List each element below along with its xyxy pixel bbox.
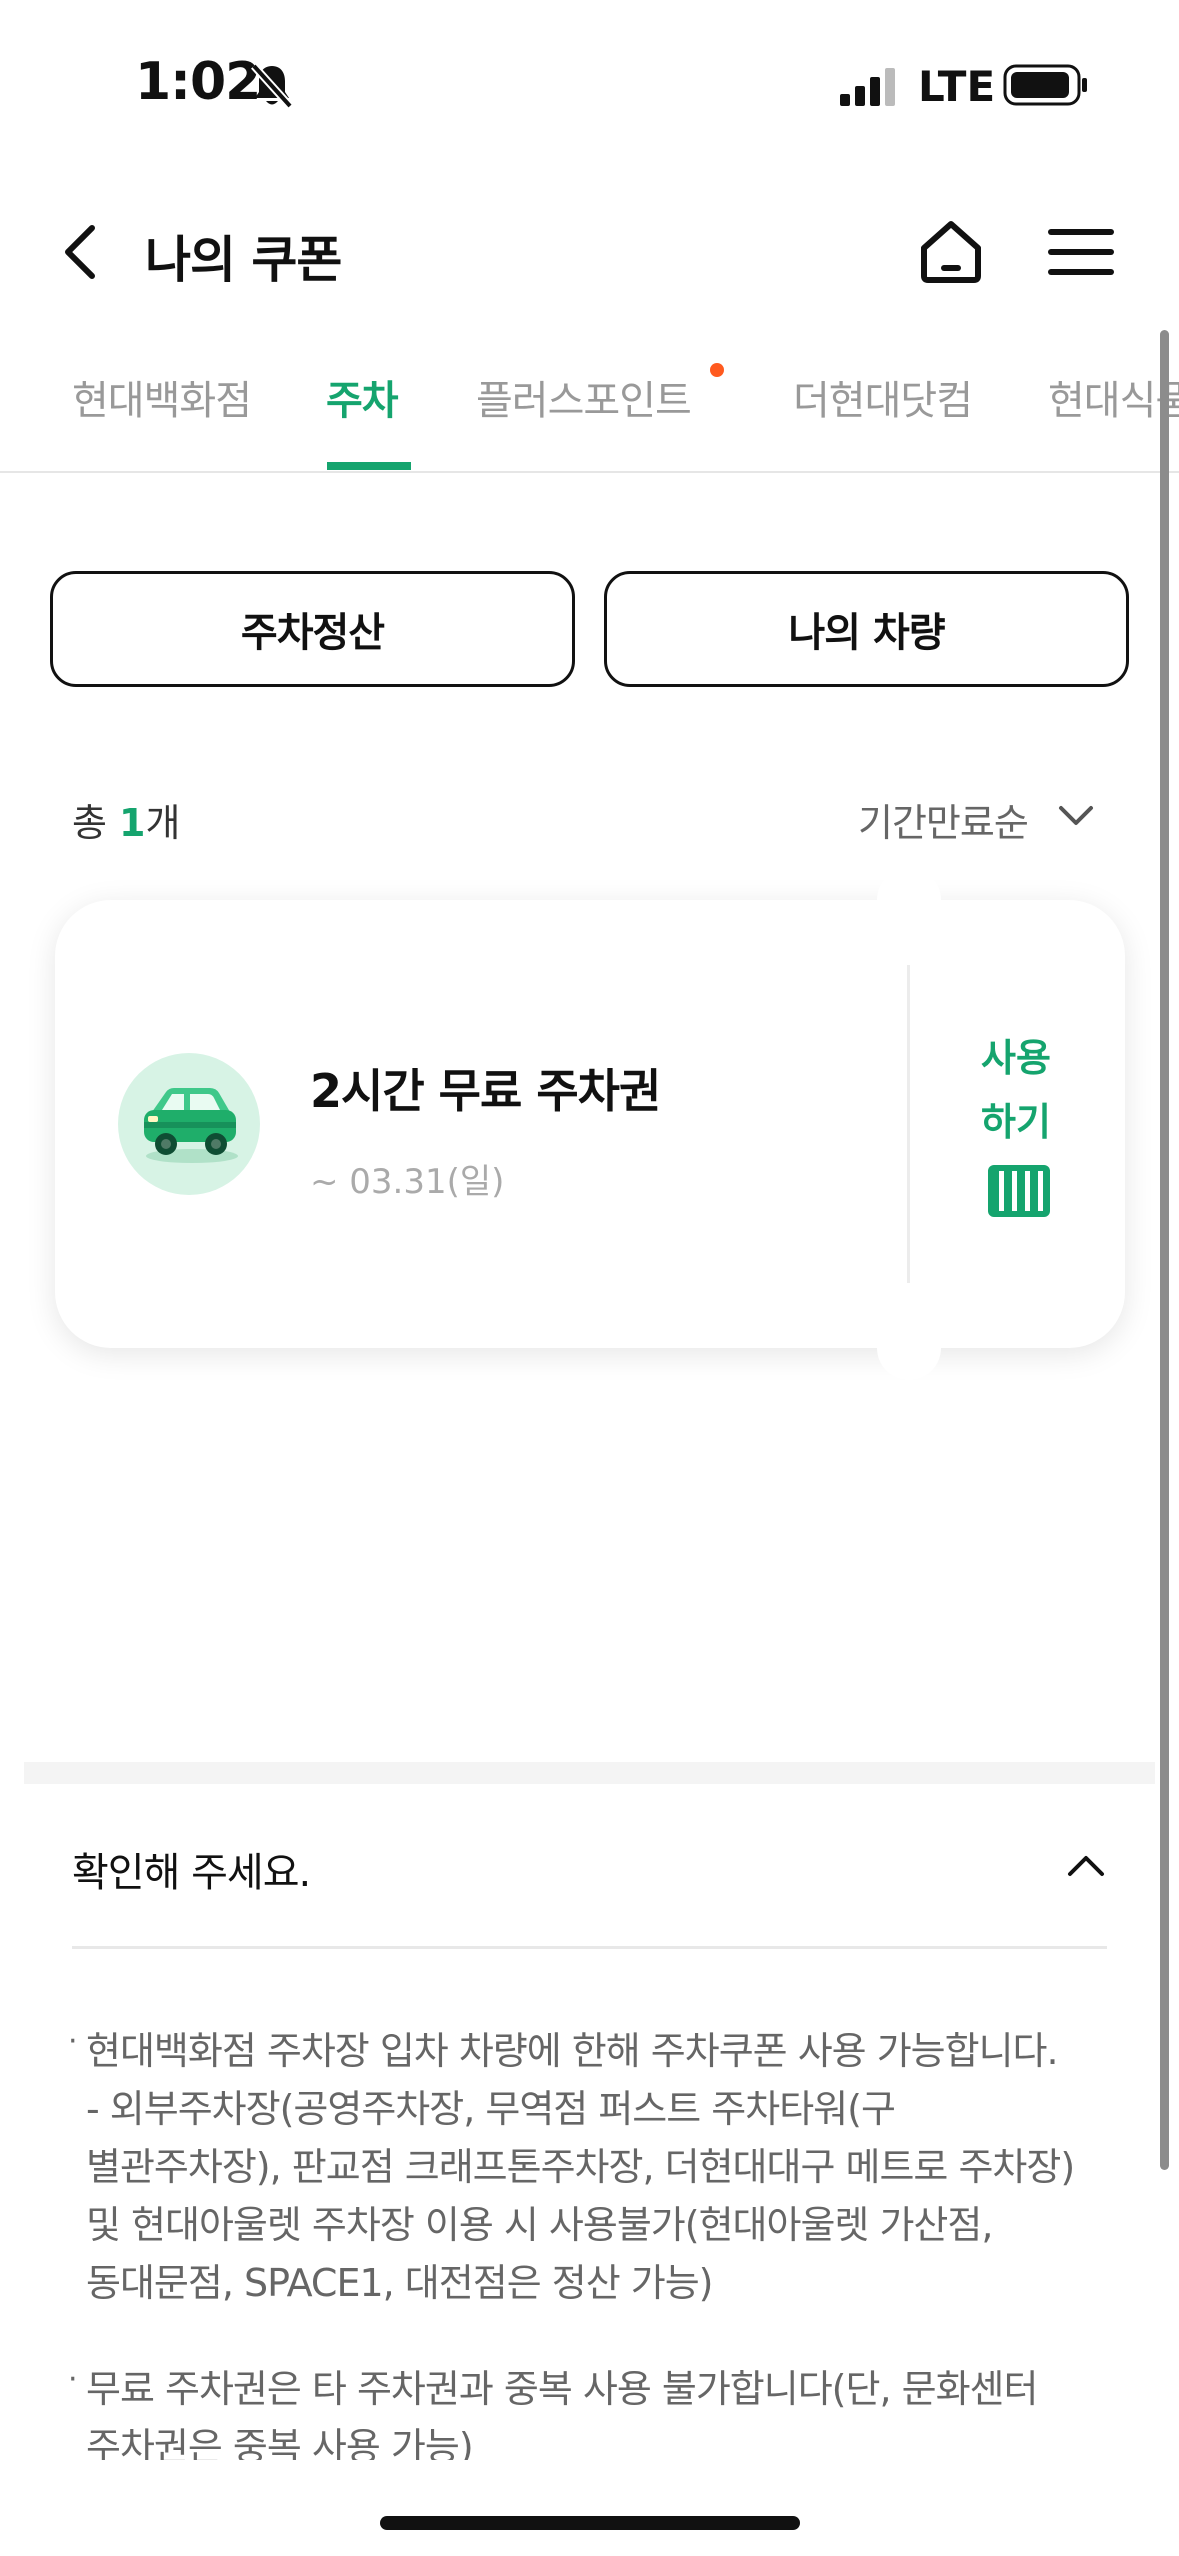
- section-separator: [24, 1762, 1155, 1784]
- notice-item-2: 무료 주차권은 타 주차권과 중복 사용 불가합니다(단, 문화센터 주차권은 …: [86, 2360, 1037, 2460]
- notice-line: - 외부주차장(공영주차장, 무역점 퍼스트 주차타워(구: [86, 2087, 896, 2131]
- notice-line: 별관주차장), 판교점 크래프톤주차장, 더현대대구 메트로 주차장): [86, 2145, 1075, 2189]
- count-suffix: 개: [145, 801, 181, 845]
- notice-divider: [72, 1946, 1107, 1949]
- scrollbar[interactable]: [1160, 330, 1169, 2170]
- network-label: LTE: [918, 62, 996, 111]
- coupon-expiry: ~ 03.31(일): [310, 1162, 505, 1202]
- card-notch-bottom: [877, 1316, 941, 1380]
- tab-thehyundai-com[interactable]: 더현대닷컴: [793, 368, 973, 426]
- menu-icon[interactable]: [1048, 226, 1114, 278]
- signal-icon: [840, 68, 895, 106]
- count-number: 1: [119, 801, 146, 845]
- home-indicator[interactable]: [380, 2516, 800, 2530]
- coupon-count: 총 1개: [72, 792, 180, 847]
- tab-hyundai-department-store[interactable]: 현대백화점: [72, 368, 252, 426]
- tabs-divider: [0, 471, 1179, 473]
- active-tab-indicator: [327, 462, 411, 470]
- sort-dropdown-label[interactable]: 기간만료순: [858, 792, 1029, 847]
- bullet-dot: ·: [68, 2024, 78, 2059]
- use-label-line2: 하기: [981, 1100, 1051, 1144]
- notice-item-1: 현대백화점 주차장 입차 차량에 한해 주차쿠폰 사용 가능합니다. - 외부주…: [86, 2022, 1075, 2312]
- notice-line: 및 현대아울렛 주차장 이용 시 사용불가(현대아울렛 가산점,: [86, 2203, 993, 2247]
- notice-heading[interactable]: 확인해 주세요.: [72, 1840, 311, 1898]
- tab-parking[interactable]: 주차: [326, 368, 399, 426]
- page-title: 나의 쿠폰: [145, 231, 342, 289]
- back-chevron-icon[interactable]: [58, 222, 102, 282]
- parking-payment-button[interactable]: 주차정산: [50, 571, 575, 687]
- my-vehicle-button[interactable]: 나의 차량: [604, 571, 1129, 687]
- use-label-line1: 사용: [981, 1036, 1051, 1080]
- status-time: 1:02: [135, 52, 261, 112]
- home-icon[interactable]: [918, 218, 984, 284]
- coupon-title: 2시간 무료 주차권: [310, 1064, 661, 1118]
- notice-line: 무료 주차권은 타 주차권과 중복 사용 불가합니다(단, 문화센터: [86, 2367, 1038, 2411]
- notice-line: 현대백화점 주차장 입차 차량에 한해 주차쿠폰 사용 가능합니다.: [86, 2029, 1059, 2073]
- bullet-dot: ·: [68, 2362, 78, 2397]
- notice-line: 동대문점, SPACE1, 대전점은 정산 가능): [86, 2261, 713, 2305]
- tab-plus-point[interactable]: 플러스포인트: [476, 368, 692, 426]
- coupon-divider: [907, 965, 910, 1283]
- notice-line: 주차권은 중복 사용 가능): [86, 2425, 474, 2460]
- count-prefix: 총: [72, 801, 120, 845]
- barcode-icon[interactable]: [988, 1165, 1050, 1217]
- card-notch-top: [877, 868, 941, 932]
- battery-icon: [1003, 64, 1087, 106]
- chevron-down-icon[interactable]: [1058, 804, 1094, 828]
- car-icon: [144, 1088, 238, 1163]
- chevron-up-icon[interactable]: [1066, 1852, 1106, 1878]
- new-indicator-dot: [710, 363, 724, 377]
- silent-bell-icon: [251, 63, 293, 109]
- use-coupon-button[interactable]: 사용 하기: [966, 1026, 1066, 1154]
